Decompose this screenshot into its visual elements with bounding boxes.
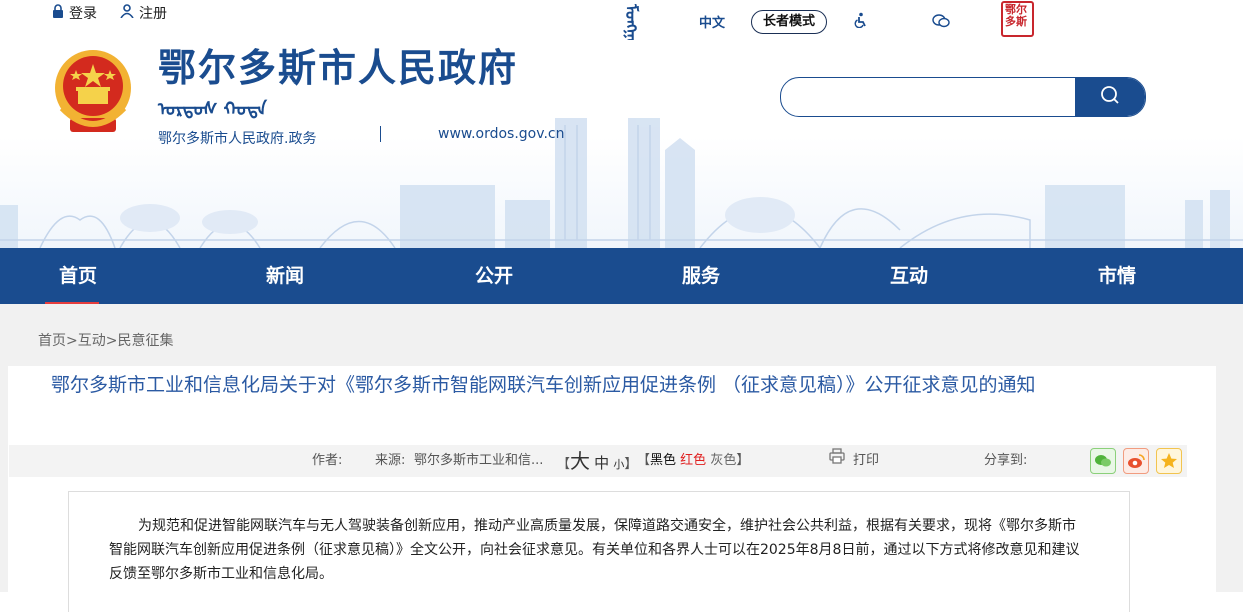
nav-item-city-info[interactable]: 市情	[1072, 248, 1162, 304]
share-label: 分享到:	[984, 453, 1028, 468]
site-header: 登录 注册 ᠮᠣᠩᠭᠣᠯ 中文 长者模式 鄂尔 多斯 鄂尔多斯市人民政府 ᠣᠷᠳᠣ…	[0, 0, 1243, 248]
color-gray[interactable]: 灰色	[710, 453, 736, 468]
nav-item-public[interactable]: 公开	[449, 248, 539, 304]
chinese-language-link[interactable]: 中文	[699, 12, 725, 31]
source-value: 鄂尔多斯市工业和信...	[414, 453, 544, 468]
breadcrumb-separator: >	[66, 333, 78, 349]
share-wechat-icon[interactable]	[1090, 448, 1116, 474]
mongolian-language-link[interactable]: ᠮᠣᠩᠭᠣᠯ	[617, 4, 645, 40]
print-label: 打印	[853, 453, 880, 468]
share-weibo-icon[interactable]	[1123, 448, 1149, 474]
national-emblem	[52, 48, 134, 142]
breadcrumb-interaction[interactable]: 互动	[78, 333, 106, 349]
register-link[interactable]: 注册	[120, 3, 167, 23]
printer-icon	[829, 445, 845, 477]
register-label: 注册	[139, 6, 167, 22]
article: 鄂尔多斯市工业和信息化局关于对《鄂尔多斯市智能网联汽车创新应用促进条例 （征求意…	[8, 366, 1216, 612]
nav-item-service[interactable]: 服务	[656, 248, 746, 304]
breadcrumb: 首页>互动>民意征集	[38, 330, 173, 350]
nav-item-news[interactable]: 新闻	[240, 248, 330, 304]
wechat-icon[interactable]	[932, 13, 950, 32]
font-size-medium[interactable]: 中	[594, 454, 609, 472]
author-label: 作者:	[312, 453, 343, 468]
nav-item-interaction[interactable]: 互动	[864, 248, 954, 304]
bracket: 】	[624, 457, 638, 472]
elder-mode-button[interactable]: 长者模式	[751, 10, 827, 34]
search-input[interactable]	[781, 78, 1075, 116]
article-title: 鄂尔多斯市工业和信息化局关于对《鄂尔多斯市智能网联汽车创新应用促进条例 （征求意…	[51, 374, 1036, 396]
search-icon	[1100, 85, 1120, 109]
login-link[interactable]: 登录	[52, 3, 97, 23]
print-button[interactable]: 打印	[829, 445, 879, 477]
breadcrumb-current[interactable]: 民意征集	[117, 333, 173, 349]
nav-item-home[interactable]: 首页	[33, 248, 123, 308]
user-icon	[120, 4, 134, 22]
search-button[interactable]	[1075, 78, 1145, 116]
ordos-seal-logo: 鄂尔 多斯	[1001, 1, 1034, 37]
breadcrumb-home[interactable]: 首页	[38, 333, 66, 349]
site-subtitle: 鄂尔多斯市人民政府.政务	[158, 131, 317, 147]
color-switcher: 【黑色 红色 灰色】	[637, 445, 749, 477]
bracket: 【	[557, 457, 571, 472]
login-label: 登录	[69, 6, 97, 22]
share-qzone-icon[interactable]	[1156, 448, 1182, 474]
color-black[interactable]: 黑色	[650, 453, 676, 468]
source-label: 来源:	[375, 453, 406, 468]
main-nav: 首页 新闻 公开 服务 互动 市情	[0, 248, 1243, 308]
search-box	[780, 77, 1146, 117]
site-title-mongolian: ᠣᠷᠳᠣᠰ ᠬᠣᠲᠠ	[158, 99, 267, 120]
lock-icon	[52, 4, 64, 22]
bracket: 【	[637, 453, 651, 468]
article-body-box: 为规范和促进智能网联汽车与无人驾驶装备创新应用，推动产业高质量发展，保障道路交通…	[68, 491, 1130, 612]
breadcrumb-separator: >	[105, 333, 118, 349]
divider	[380, 126, 381, 142]
article-body-text: 为规范和促进智能网联汽车与无人驾驶装备创新应用，推动产业高质量发展，保障道路交通…	[109, 518, 1080, 582]
accessibility-icon[interactable]	[853, 12, 869, 32]
site-url: www.ordos.gov.cn	[438, 126, 565, 142]
font-size-large[interactable]: 大	[570, 449, 590, 473]
site-title: 鄂尔多斯市人民政府	[158, 45, 519, 90]
font-size-small[interactable]: 小	[613, 458, 624, 471]
font-size-switcher: 【大 中 小】	[557, 445, 637, 481]
color-red[interactable]: 红色	[680, 453, 706, 468]
bracket: 】	[736, 453, 750, 468]
article-meta-bar: 作者: 来源: 鄂尔多斯市工业和信... 【大 中 小】 【黑色 红色 灰色】 …	[9, 445, 1187, 477]
